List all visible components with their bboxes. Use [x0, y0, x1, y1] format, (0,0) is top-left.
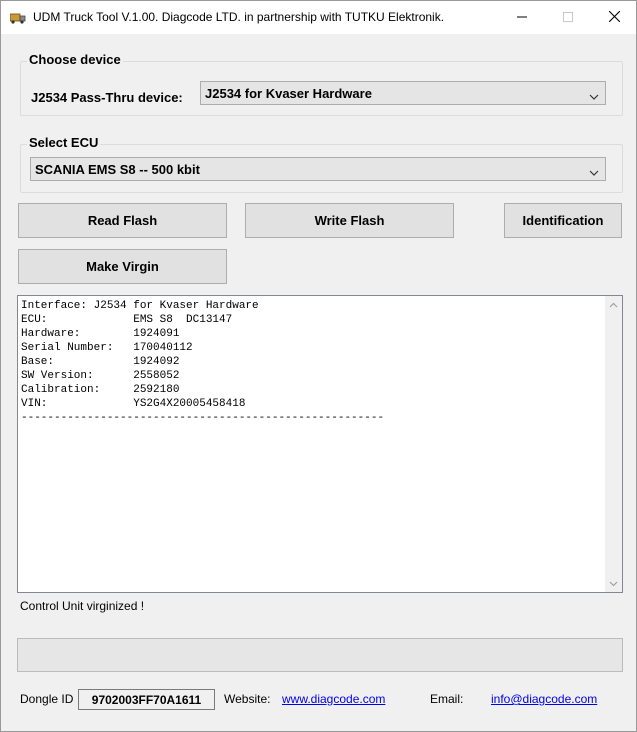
title-bar: UDM Truck Tool V.1.00. Diagcode LTD. in … [1, 1, 636, 34]
website-label: Website: [224, 692, 271, 706]
progress-bar [17, 638, 623, 672]
chevron-down-icon [589, 89, 599, 100]
ecu-select[interactable]: SCANIA EMS S8 -- 500 kbit [30, 157, 606, 181]
select-ecu-title: Select ECU [27, 135, 101, 150]
identification-button[interactable]: Identification [504, 203, 622, 238]
device-select-value: J2534 for Kvaser Hardware [205, 85, 372, 101]
website-link[interactable]: www.diagcode.com [282, 692, 385, 706]
close-button[interactable] [591, 1, 637, 34]
main-window: UDM Truck Tool V.1.00. Diagcode LTD. in … [0, 0, 637, 732]
email-label: Email: [430, 692, 464, 706]
log-output[interactable]: Interface: J2534 for Kvaser Hardware ECU… [17, 295, 623, 593]
read-flash-button[interactable]: Read Flash [18, 203, 227, 238]
make-virgin-button[interactable]: Make Virgin [18, 249, 227, 284]
device-select[interactable]: J2534 for Kvaser Hardware [200, 81, 606, 105]
maximize-icon [563, 11, 573, 25]
scroll-down-icon[interactable] [605, 575, 622, 592]
choose-device-title: Choose device [27, 52, 123, 67]
device-label: J2534 Pass-Thru device: [31, 90, 183, 105]
ecu-select-value: SCANIA EMS S8 -- 500 kbit [35, 161, 200, 177]
scroll-up-icon[interactable] [605, 296, 622, 313]
email-link[interactable]: info@diagcode.com [491, 692, 597, 706]
minimize-icon [517, 11, 527, 25]
truck-icon [9, 11, 26, 24]
dongle-id-field: 9702003FF70A1611 [78, 689, 215, 710]
vertical-scrollbar[interactable] [605, 296, 622, 592]
log-text: Interface: J2534 for Kvaser Hardware ECU… [21, 300, 385, 424]
maximize-button[interactable] [545, 1, 591, 34]
write-flash-button[interactable]: Write Flash [245, 203, 454, 238]
minimize-button[interactable] [499, 1, 545, 34]
window-title: UDM Truck Tool V.1.00. Diagcode LTD. in … [33, 10, 445, 24]
status-message: Control Unit virginized ! [20, 599, 145, 613]
chevron-down-icon [589, 165, 599, 176]
dongle-label: Dongle ID [20, 692, 74, 706]
close-icon [608, 10, 620, 25]
